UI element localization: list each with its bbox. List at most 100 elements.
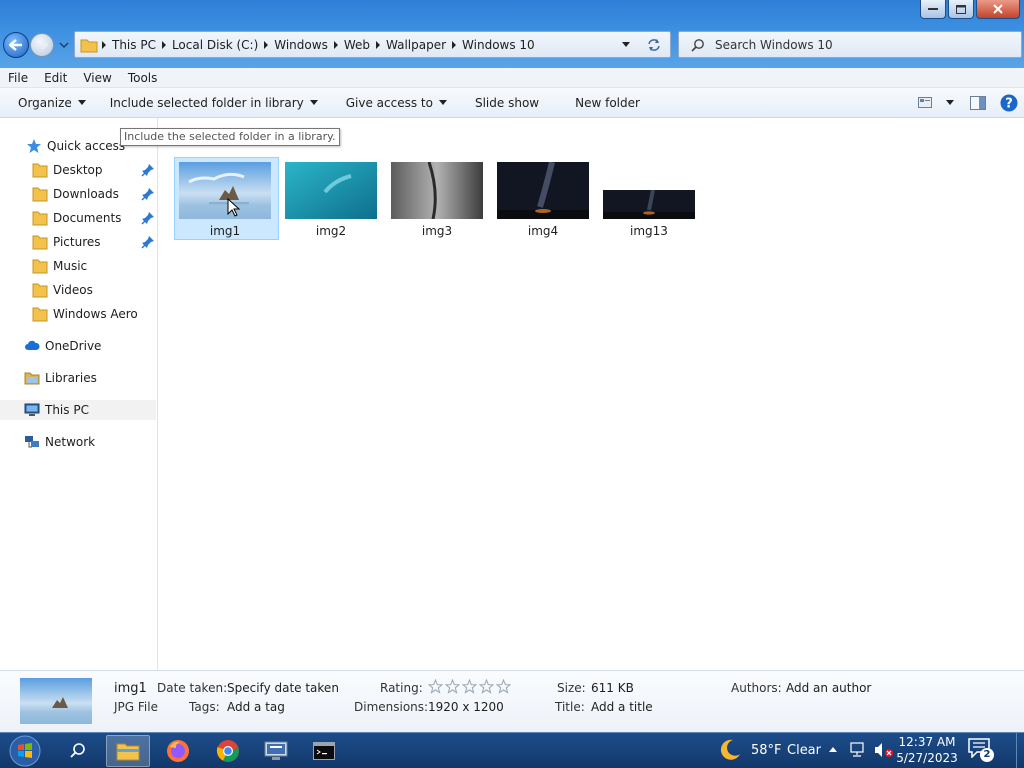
rating-stars[interactable] bbox=[428, 679, 511, 694]
weather-temperature[interactable]: 58°F bbox=[751, 743, 782, 758]
clock[interactable]: 12:37 AM 5/27/2023 bbox=[896, 734, 958, 766]
minimize-icon[interactable] bbox=[920, 0, 946, 19]
nav-documents[interactable]: Documents bbox=[32, 208, 121, 228]
title-label: Title: bbox=[555, 700, 585, 714]
size-value: 611 KB bbox=[591, 681, 634, 695]
back-button[interactable] bbox=[3, 32, 29, 58]
breadcrumb-local-disk[interactable]: Local Disk (C:) bbox=[166, 38, 264, 52]
taskbar-file-explorer[interactable] bbox=[106, 735, 150, 767]
nav-libraries[interactable]: Libraries bbox=[24, 368, 97, 388]
action-center-button[interactable]: 2 bbox=[968, 738, 994, 764]
network-status-icon[interactable] bbox=[850, 742, 868, 758]
taskbar: 58°F Clear 12:37 AM 5/27/2023 2 bbox=[0, 732, 1024, 768]
chevron-down-icon bbox=[946, 100, 954, 105]
breadcrumb-windows-10[interactable]: Windows 10 bbox=[456, 38, 541, 52]
include-in-library-button[interactable]: Include selected folder in library bbox=[100, 96, 328, 110]
nav-onedrive-label: OneDrive bbox=[45, 339, 102, 353]
file-thumbnail[interactable]: img3 bbox=[391, 162, 483, 238]
file-thumbnail[interactable]: img2 bbox=[285, 162, 377, 238]
start-button[interactable] bbox=[4, 735, 46, 767]
taskbar-search-button[interactable] bbox=[56, 735, 100, 767]
navigation-pane: Quick access Desktop Downloads Documents… bbox=[0, 118, 158, 670]
folder-icon bbox=[32, 283, 48, 298]
star-empty-icon[interactable] bbox=[445, 679, 460, 694]
nav-windows-aero[interactable]: Windows Aero bbox=[32, 304, 138, 324]
search-box[interactable]: Search Windows 10 bbox=[678, 31, 1022, 58]
help-icon[interactable]: ? bbox=[1000, 94, 1018, 112]
nav-this-pc[interactable]: This PC bbox=[0, 400, 156, 420]
file-thumbnail[interactable]: img1 bbox=[179, 162, 271, 238]
star-empty-icon[interactable] bbox=[496, 679, 511, 694]
notification-count-badge: 2 bbox=[980, 748, 994, 762]
taskbar-command-prompt[interactable] bbox=[302, 735, 346, 767]
nav-music[interactable]: Music bbox=[32, 256, 87, 276]
pin-icon[interactable] bbox=[141, 235, 155, 249]
new-folder-button[interactable]: New folder bbox=[565, 96, 650, 110]
nav-quick-access-label: Quick access bbox=[47, 139, 126, 153]
pin-icon[interactable] bbox=[141, 187, 155, 201]
menu-file[interactable]: File bbox=[0, 71, 36, 85]
nav-onedrive[interactable]: OneDrive bbox=[24, 336, 101, 356]
refresh-icon[interactable] bbox=[646, 38, 662, 52]
nav-network[interactable]: Network bbox=[24, 432, 95, 452]
moon-icon[interactable] bbox=[718, 738, 742, 762]
nav-desktop[interactable]: Desktop bbox=[32, 160, 103, 180]
change-view-button[interactable] bbox=[908, 97, 964, 108]
forward-button[interactable] bbox=[30, 33, 54, 57]
nav-downloads[interactable]: Downloads bbox=[32, 184, 119, 204]
search-icon bbox=[691, 38, 704, 52]
maximize-icon[interactable] bbox=[948, 0, 974, 19]
nav-this-pc-label: This PC bbox=[45, 403, 89, 417]
file-thumbnail[interactable]: img13 bbox=[603, 190, 695, 238]
star-empty-icon[interactable] bbox=[479, 679, 494, 694]
nav-videos[interactable]: Videos bbox=[32, 280, 93, 300]
close-icon[interactable] bbox=[976, 0, 1020, 19]
nav-pictures[interactable]: Pictures bbox=[32, 232, 101, 252]
give-access-button[interactable]: Give access to bbox=[336, 96, 457, 110]
menu-bar: File Edit View Tools bbox=[0, 68, 1024, 88]
clock-time: 12:37 AM bbox=[898, 735, 956, 749]
folder-icon bbox=[32, 235, 48, 250]
menu-tools[interactable]: Tools bbox=[120, 71, 166, 85]
file-name: img13 bbox=[630, 224, 668, 238]
date-taken-field[interactable]: Specify date taken bbox=[227, 681, 339, 695]
chevron-up-icon[interactable] bbox=[828, 745, 838, 753]
mouse-cursor-icon bbox=[227, 198, 241, 217]
breadcrumb-this-pc[interactable]: This PC bbox=[106, 38, 162, 52]
menu-edit[interactable]: Edit bbox=[36, 71, 75, 85]
file-thumbnail[interactable]: img4 bbox=[497, 162, 589, 238]
breadcrumb-web[interactable]: Web bbox=[338, 38, 376, 52]
star-empty-icon[interactable] bbox=[462, 679, 477, 694]
slide-show-label: Slide show bbox=[474, 95, 540, 110]
organize-button[interactable]: Organize bbox=[0, 96, 96, 110]
search-placeholder: Search Windows 10 bbox=[715, 37, 833, 52]
monitor-icon bbox=[264, 741, 288, 760]
show-desktop-button[interactable] bbox=[1016, 733, 1024, 768]
address-bar[interactable]: This PC Local Disk (C:) Windows Web Wall… bbox=[74, 31, 671, 58]
pin-icon[interactable] bbox=[141, 211, 155, 225]
nav-windows-aero-label: Windows Aero bbox=[53, 307, 138, 321]
star-empty-icon[interactable] bbox=[428, 679, 443, 694]
taskbar-firefox[interactable] bbox=[156, 735, 200, 767]
taskbar-remote-desktop[interactable] bbox=[254, 735, 298, 767]
authors-field[interactable]: Add an author bbox=[786, 681, 871, 695]
breadcrumb-wallpaper[interactable]: Wallpaper bbox=[380, 38, 452, 52]
volume-muted-icon[interactable] bbox=[874, 742, 894, 758]
breadcrumb-windows[interactable]: Windows bbox=[268, 38, 334, 52]
chrome-icon bbox=[216, 740, 239, 762]
pin-icon[interactable] bbox=[141, 163, 155, 177]
weather-description[interactable]: Clear bbox=[787, 743, 821, 758]
clock-date: 5/27/2023 bbox=[896, 751, 958, 765]
tags-field[interactable]: Add a tag bbox=[227, 700, 285, 714]
recent-locations-button[interactable] bbox=[58, 38, 70, 52]
nav-quick-access[interactable]: Quick access bbox=[26, 136, 125, 156]
preview-pane-icon[interactable] bbox=[970, 95, 986, 110]
slide-show-button[interactable]: Slide show bbox=[465, 96, 549, 110]
rating-label: Rating: bbox=[380, 681, 423, 695]
organize-label: Organize bbox=[18, 95, 72, 110]
title-field[interactable]: Add a title bbox=[591, 700, 653, 714]
menu-view[interactable]: View bbox=[75, 71, 119, 85]
address-dropdown-icon[interactable] bbox=[622, 42, 630, 47]
date-taken-label: Date taken: bbox=[157, 681, 228, 695]
taskbar-chrome[interactable] bbox=[206, 735, 250, 767]
